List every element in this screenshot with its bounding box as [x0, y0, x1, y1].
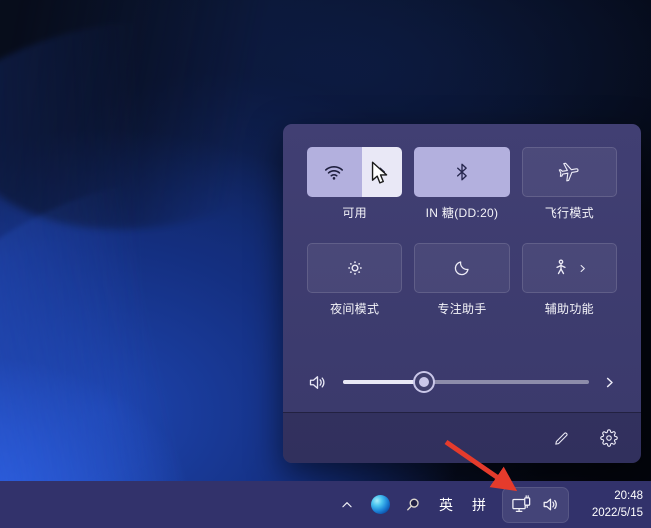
edge-browser-icon — [371, 495, 390, 514]
desktop-screen: 可用 IN 糖(DD:20) — [0, 0, 651, 528]
wifi-tile[interactable] — [307, 147, 402, 197]
airplane-mode-label: 飞行模式 — [522, 204, 617, 221]
clock-date: 2022/5/15 — [585, 505, 643, 522]
night-light-label: 夜间模式 — [307, 300, 402, 317]
bluetooth-label: IN 糖(DD:20) — [414, 204, 509, 221]
bluetooth-tile[interactable] — [414, 147, 509, 197]
chevron-up-icon — [340, 498, 354, 512]
quick-settings-panel: 可用 IN 糖(DD:20) — [283, 124, 641, 463]
night-light-tile[interactable] — [307, 243, 402, 293]
show-hidden-icons-button[interactable] — [337, 493, 357, 517]
focus-assist-icon — [452, 258, 472, 278]
bluetooth-icon — [452, 162, 472, 182]
open-settings-button[interactable] — [593, 423, 625, 453]
volume-slider-thumb[interactable] — [415, 373, 433, 391]
edge-browser-button[interactable] — [370, 493, 390, 517]
focus-assist-tile[interactable] — [414, 243, 509, 293]
wifi-expand-button[interactable] — [362, 147, 403, 197]
edit-quick-settings-button[interactable] — [545, 423, 577, 453]
volume-row — [307, 372, 617, 392]
quick-settings-footer — [283, 412, 641, 463]
ime-indicator[interactable]: 拼 — [469, 498, 489, 512]
accessibility-icon — [551, 258, 571, 278]
chevron-right-icon — [577, 263, 588, 274]
accessibility-tile[interactable] — [522, 243, 617, 293]
wifi-cell: 可用 — [307, 147, 402, 221]
airplane-icon — [558, 161, 580, 183]
volume-slider[interactable] — [343, 372, 589, 392]
wifi-toggle-button[interactable] — [307, 147, 362, 197]
settings-gear-icon — [600, 429, 618, 447]
taskbar: 英 拼 20:48 2022/5/ — [0, 481, 651, 528]
volume-slider-fill — [343, 380, 424, 384]
bluetooth-cell: IN 糖(DD:20) — [414, 147, 509, 221]
airplane-cell: 飞行模式 — [522, 147, 617, 221]
volume-icon — [541, 495, 560, 514]
quick-settings-grid: 可用 IN 糖(DD:20) — [307, 147, 617, 317]
focus-assist-label: 专注助手 — [414, 300, 509, 317]
volume-expand-button[interactable] — [602, 375, 617, 390]
taskbar-clock[interactable]: 20:48 2022/5/15 — [585, 488, 643, 521]
speaker-icon[interactable] — [307, 372, 328, 393]
language-indicator[interactable]: 英 — [436, 498, 456, 512]
search-icon — [404, 496, 422, 514]
accessibility-label: 辅助功能 — [522, 300, 617, 317]
clock-time: 20:48 — [585, 488, 643, 505]
search-button[interactable] — [403, 493, 423, 517]
edit-pencil-icon — [553, 430, 570, 447]
airplane-mode-tile[interactable] — [522, 147, 617, 197]
wifi-icon — [323, 161, 345, 183]
accessibility-cell: 辅助功能 — [522, 243, 617, 317]
chevron-right-icon — [375, 165, 389, 179]
night-light-icon — [344, 257, 366, 279]
focus-assist-cell: 专注助手 — [414, 243, 509, 317]
taskbar-quick-settings-button[interactable] — [502, 487, 569, 523]
night-light-cell: 夜间模式 — [307, 243, 402, 317]
network-display-icon — [511, 495, 533, 515]
wifi-label: 可用 — [307, 204, 402, 221]
